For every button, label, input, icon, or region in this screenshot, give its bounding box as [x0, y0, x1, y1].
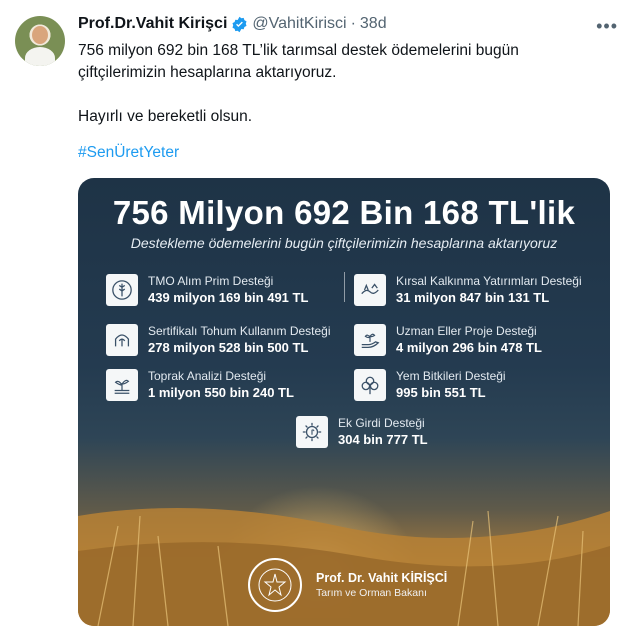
tweet-text-line: 756 milyon 692 bin 168 TL’lik tarımsal d… — [78, 42, 519, 59]
card-title: 756 Milyon 692 Bin 168 TL'lik — [112, 194, 576, 231]
item-value: 1 milyon 550 bin 240 TL — [148, 385, 294, 400]
item-value: 439 milyon 169 bin 491 TL — [148, 290, 309, 305]
clover-icon — [354, 369, 386, 401]
item-value: 278 milyon 528 bin 500 TL — [148, 340, 309, 355]
item-label: Ek Girdi Desteği — [338, 416, 425, 430]
rural-development-icon — [354, 274, 386, 306]
media-image-card[interactable]: 756 Milyon 692 Bin 168 TL'lik Destekleme… — [78, 178, 610, 626]
support-item: Toprak Analizi Desteği 1 milyon 550 bin … — [106, 369, 294, 401]
author-name[interactable]: Prof.Dr.Vahit Kirişci — [78, 15, 227, 33]
item-value: 31 milyon 847 bin 131 TL — [396, 290, 550, 305]
support-item: Yem Bitkileri Desteği 995 bin 551 TL — [354, 369, 506, 401]
divider — [344, 272, 345, 302]
tweet-text-line: çiftçilerimizin hesaplarına aktarıyoruz. — [78, 64, 337, 81]
item-label: Sertifikalı Tohum Kullanım Desteği — [148, 324, 331, 338]
footer-name: Prof. Dr. Vahit KİRİŞCİ — [316, 571, 448, 585]
item-value: 4 milyon 296 bin 478 TL — [396, 340, 542, 355]
support-item: Sertifikalı Tohum Kullanım Desteği 278 m… — [106, 324, 331, 356]
seed-icon — [106, 324, 138, 356]
item-label: Kırsal Kalkınma Yatırımları Desteği — [396, 274, 582, 288]
card-footer: Prof. Dr. Vahit KİRİŞCİ Tarım ve Orman B… — [248, 558, 447, 612]
ministry-emblem-icon — [248, 558, 302, 612]
tweet-header: Prof.Dr.Vahit Kirişci @VahitKirisci · 38… — [78, 15, 387, 33]
card-subtitle: Destekleme ödemelerini bugün çiftçilerim… — [130, 235, 558, 251]
separator-dot: · — [350, 15, 356, 32]
avatar[interactable] — [15, 16, 65, 66]
item-label: Toprak Analizi Desteği — [148, 369, 267, 383]
support-item: Uzman Eller Proje Desteği 4 milyon 296 b… — [354, 324, 542, 356]
footer-role: Tarım ve Orman Bakanı — [316, 587, 427, 599]
item-label: Yem Bitkileri Desteği — [396, 369, 506, 383]
support-item: Ek Girdi Desteği 304 bin 777 TL — [296, 416, 428, 448]
support-item: TMO Alım Prim Desteği 439 milyon 169 bin… — [106, 274, 308, 306]
support-item: Kırsal Kalkınma Yatırımları Desteği 31 m… — [354, 274, 582, 306]
hand-plant-icon — [354, 324, 386, 356]
hashtag-link[interactable]: #SenÜretYeter — [78, 144, 179, 162]
wheat-icon — [106, 274, 138, 306]
item-value: 304 bin 777 TL — [338, 432, 428, 447]
tweet-timestamp[interactable]: 38d — [360, 15, 387, 33]
sprout-icon — [106, 369, 138, 401]
more-options-icon[interactable]: ••• — [596, 16, 618, 37]
author-handle[interactable]: @VahitKirisci — [252, 15, 346, 33]
item-value: 995 bin 551 TL — [396, 385, 486, 400]
verified-badge-icon — [231, 16, 248, 33]
tweet-text-line: Hayırlı ve bereketli olsun. — [78, 108, 253, 125]
tweet-text: 756 milyon 692 bin 168 TL’lik tarımsal d… — [78, 40, 598, 128]
gear-leaf-icon — [296, 416, 328, 448]
item-label: TMO Alım Prim Desteği — [148, 274, 274, 288]
item-label: Uzman Eller Proje Desteği — [396, 324, 537, 338]
